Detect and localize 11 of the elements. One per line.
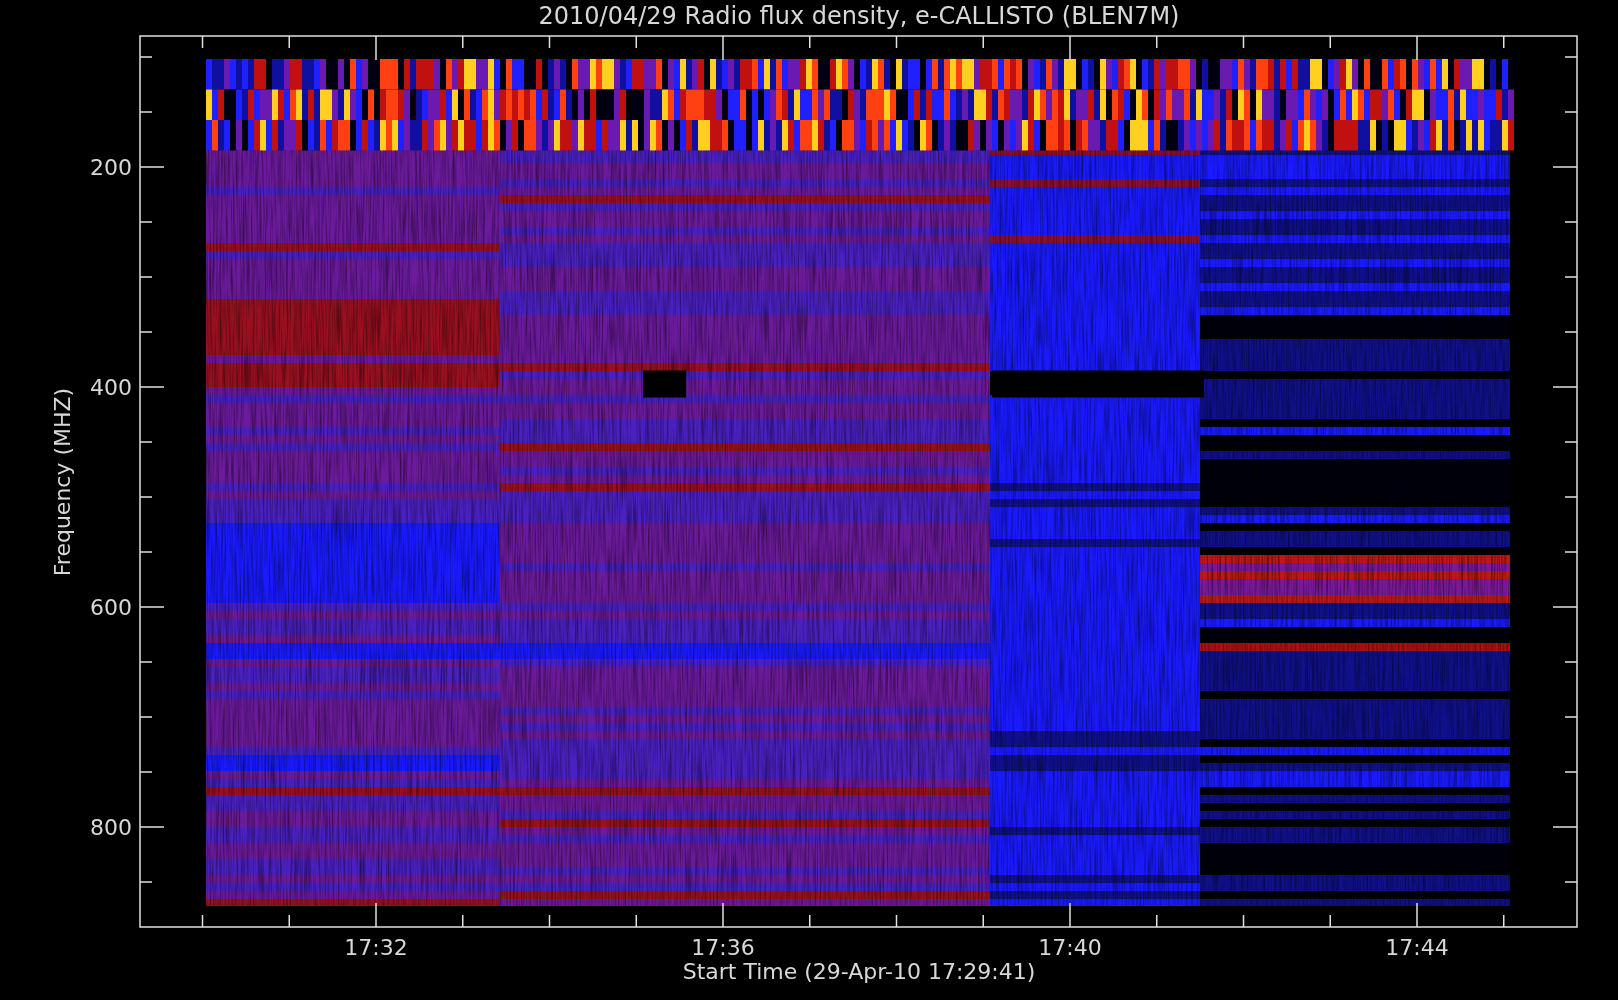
x-tick-label: 17:36 [691, 935, 755, 960]
x-tick-label: 17:44 [1385, 935, 1449, 960]
y-tick-label: 400 [90, 375, 132, 400]
y-axis-label: Frequency (MHZ) [50, 387, 75, 577]
y-tick-label: 600 [90, 595, 132, 620]
y-tick-label: 200 [90, 155, 132, 180]
x-axis-label: Start Time (29-Apr-10 17:29:41) [682, 959, 1036, 984]
y-tick-label: 800 [90, 815, 132, 840]
x-tick-label: 17:32 [344, 935, 408, 960]
chart-title: 2010/04/29 Radio flux density, e-CALLISTO (BLEN7M) [538, 2, 1180, 30]
x-tick-label: 17:40 [1038, 935, 1102, 960]
